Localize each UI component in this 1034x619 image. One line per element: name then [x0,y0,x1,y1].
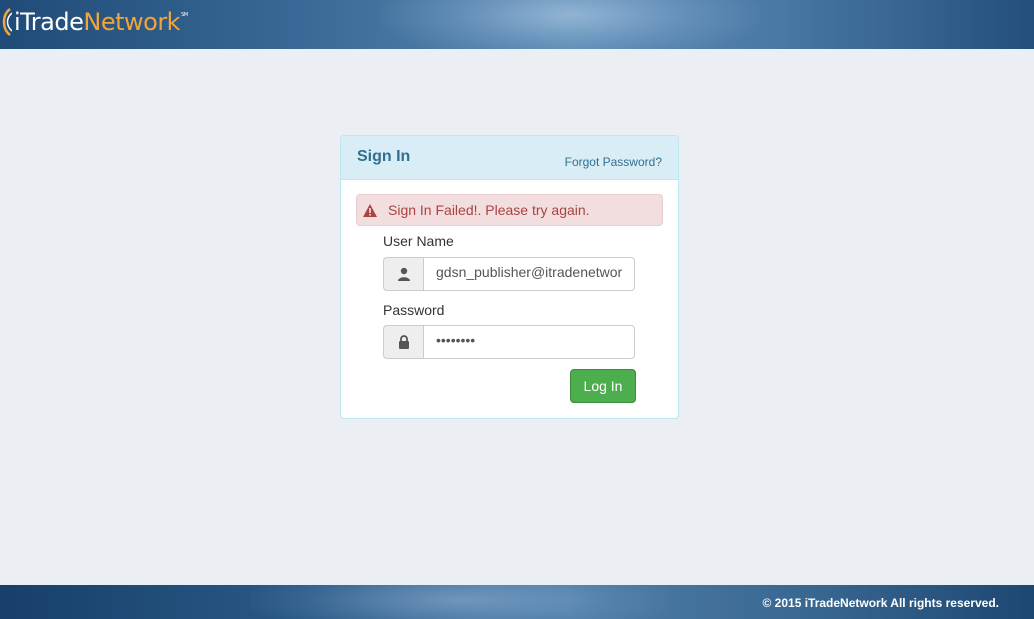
signin-panel: Sign In Forgot Password? Sign In Failed!… [340,135,679,419]
username-input[interactable]: gdsn_publisher@itradenetwor [423,257,635,291]
signin-error-message: Sign In Failed!. Please try again. [388,202,590,218]
warning-triangle-icon [363,203,377,217]
username-label: User Name [383,233,454,249]
forgot-password-link[interactable]: Forgot Password? [565,155,662,169]
itradenetwork-logo[interactable]: iTrade Network SM [0,6,188,38]
password-addon [383,325,423,359]
logo-swoosh-icon [2,8,12,36]
login-button[interactable]: Log In [570,369,636,403]
username-input-group: gdsn_publisher@itradenetwor [383,257,635,291]
footer-glow [250,585,670,619]
user-icon [397,267,410,281]
signin-panel-heading: Sign In Forgot Password? [341,136,678,180]
password-label: Password [383,302,445,318]
password-input-group: •••••••• [383,325,635,359]
header-glow [380,0,760,49]
logo-text-itrade: iTrade [14,8,84,36]
copyright-text: © 2015 iTradeNetwork All rights reserved… [762,596,1000,610]
signin-title: Sign In [357,148,411,165]
header-bar: iTrade Network SM [0,0,1034,49]
username-addon [383,257,423,291]
logo-text-network: Network [83,8,181,36]
password-input[interactable]: •••••••• [423,325,635,359]
logo-service-mark: SM [181,12,188,18]
lock-icon [398,335,409,349]
signin-error-alert: Sign In Failed!. Please try again. [356,194,663,226]
footer-bar: © 2015 iTradeNetwork All rights reserved… [0,585,1034,619]
